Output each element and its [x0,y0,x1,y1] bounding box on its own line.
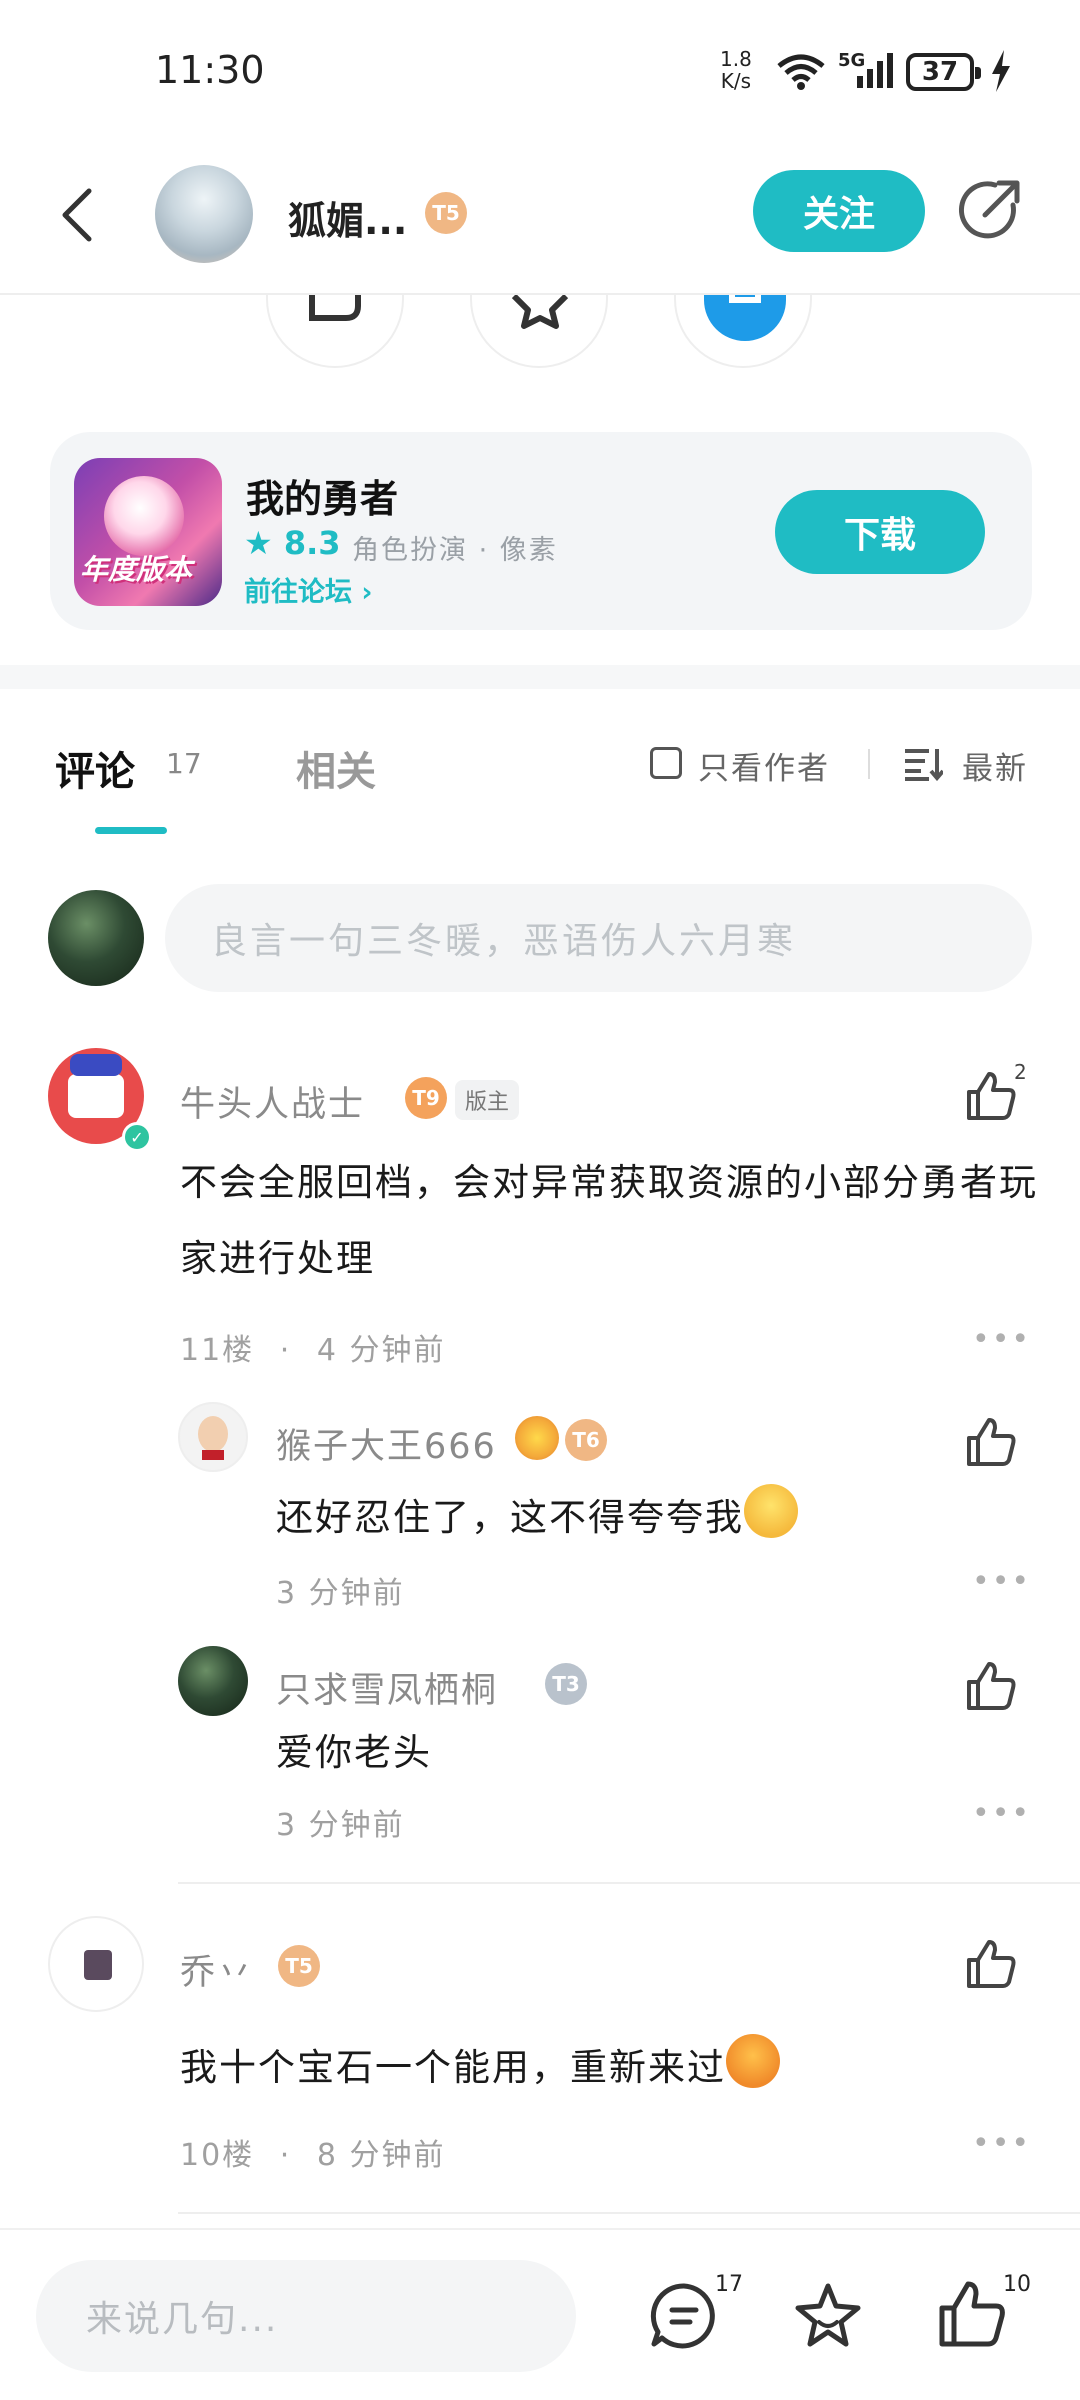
avatar-face [68,1074,124,1118]
like-icon[interactable] [965,1070,1017,1122]
author-avatar[interactable] [155,165,253,263]
comment-divider [178,1882,1080,1884]
reply-avatar[interactable] [178,1646,248,1716]
avatar-rabbit [84,1950,112,1980]
like-count: 2 [1014,1060,1027,1084]
game-tags: 角色扮演 · 像素 [352,535,558,566]
comment-avatar[interactable] [48,1916,144,2012]
comment-action-icon [309,290,361,321]
sort-icon[interactable] [903,747,943,781]
comment-level-badge: T5 [278,1945,320,1987]
author-level-badge: T5 [425,192,467,234]
rating-star-icon: ★ [244,524,273,562]
only-author-checkbox[interactable] [650,747,682,779]
comment-icon[interactable] [650,2282,718,2350]
network-speed: 1.8 K/s [720,47,752,93]
tabs-divider [868,749,870,779]
wifi-icon [777,54,825,90]
sort-label[interactable]: 最新 [962,743,1028,788]
game-name[interactable]: 我的勇者 [246,468,398,523]
section-separator [0,665,1080,689]
comment-level-badge: T9 [405,1077,447,1119]
avatar-helmet [70,1054,122,1076]
reply-level-badge: T6 [565,1419,607,1461]
chevron-right-icon: › [361,577,373,608]
avatar-bowtie [202,1450,224,1460]
comment-author-name[interactable]: 牛头人战士 [180,1076,365,1127]
comment-tabs: 评论 17 相关 只看作者 最新 [0,689,1080,839]
reply-time: 3 分钟前 [276,1576,405,1611]
comment-meta: 11楼 · 4 分钟前 [180,1333,446,1368]
forum-link[interactable]: 前往论坛 › [244,570,373,609]
like-count: 10 [1003,2272,1031,2297]
more-options-icon[interactable]: ••• [972,2126,1031,2161]
game-icon-banner: 年度版本 [80,553,193,586]
comments-count: 17 [166,747,202,780]
status-time: 11:30 [155,48,265,92]
active-tab-indicator [95,827,167,834]
more-options-icon[interactable]: ••• [972,1322,1031,1357]
reply-author-name[interactable]: 只求雪凤栖桐 [276,1662,498,1713]
like-icon[interactable] [965,1938,1017,1990]
comment-input[interactable]: 良言一句三冬暖，恶语伤人六月寒 [165,884,1032,992]
back-arrow-icon[interactable] [55,185,105,245]
favorite-star-icon[interactable] [794,2282,862,2350]
game-card[interactable]: 年度版本 我的勇者 ★ 8.3 角色扮演 · 像素 前往论坛 › 下载 [50,432,1032,630]
decoration-badge-icon [515,1416,559,1460]
game-icon[interactable]: 年度版本 [74,458,222,606]
more-options-icon[interactable]: ••• [972,1564,1031,1599]
comment-divider [178,2212,1080,2214]
more-options-icon[interactable]: ••• [972,1796,1031,1831]
reply-text: 爱你老头 [276,1731,432,1774]
comment-author-name[interactable]: 乔丷 [180,1944,254,1995]
tab-comments[interactable]: 评论 [55,739,135,797]
verified-icon: ✓ [122,1122,152,1152]
download-button[interactable]: 下载 [775,490,985,574]
comment-text: 我十个宝石一个能用，重新来过 [180,2034,780,2095]
current-user-avatar [48,890,144,986]
bottom-action-bar: 来说几句... 17 10 [0,2228,1080,2400]
game-rating: ★ 8.3 [244,524,341,562]
follow-button[interactable]: 关注 [753,170,925,252]
reply-input[interactable]: 来说几句... [36,2260,576,2372]
like-icon[interactable] [938,2280,1006,2348]
like-icon[interactable] [965,1660,1017,1712]
avatar-face [198,1416,228,1452]
comment-meta: 10楼 · 8 分钟前 [180,2138,446,2173]
share-icon[interactable] [955,175,1025,245]
only-author-label[interactable]: 只看作者 [698,743,830,788]
reply-avatar[interactable] [178,1402,248,1472]
battery-icon: 37 [906,53,981,91]
reply-time: 3 分钟前 [276,1808,405,1843]
star-action-icon [511,293,569,329]
reply-text: 还好忍住了，这不得夸夸我 [276,1484,798,1545]
game-icon-art [104,476,184,556]
comment-count: 17 [715,2272,743,2297]
charging-icon [992,50,1010,92]
tab-related[interactable]: 相关 [296,739,376,797]
like-icon[interactable] [965,1416,1017,1468]
signal-icon [857,53,893,88]
comment-text: 不会全服回档，会对异常获取资源的小部分勇者玩家进行处理 [180,1161,1038,1280]
moderator-badge: 版主 [455,1080,520,1120]
crying-emoji-icon [744,1484,798,1538]
laughing-emoji-icon [726,2034,780,2088]
reply-level-badge: T3 [545,1663,587,1705]
author-name[interactable]: 狐媚... [288,190,407,245]
reply-author-name[interactable]: 猴子大王666 [276,1418,497,1469]
post-header: 狐媚... T5 关注 [0,140,1080,295]
status-bar: 11:30 1.8 K/s 5G 37 [0,0,1080,140]
